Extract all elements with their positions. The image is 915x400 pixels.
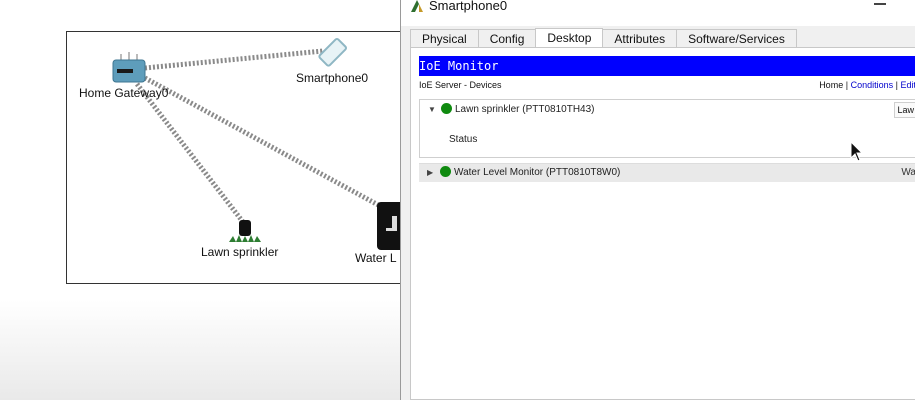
- smartphone-label: Smartphone0: [296, 71, 369, 85]
- mouse-cursor-icon: [850, 141, 864, 162]
- ioe-monitor-header: IoE Monitor: [419, 56, 915, 76]
- lawn-sprinkler-label: Lawn sprinkler: [201, 245, 279, 259]
- smartphone-window[interactable]: Smartphone0 Physical Config Desktop Attr…: [400, 0, 915, 400]
- nav-separator: |: [845, 80, 849, 90]
- device-row-water-level-monitor[interactable]: ▶ Water Level Monitor (PTT0810T8W0) Wa: [419, 163, 915, 182]
- topology-workspace[interactable]: Home Gateway0 Smartphone0 Lawn sprinkler…: [66, 31, 408, 284]
- device-tabs: Physical Config Desktop Attributes Softw…: [410, 28, 797, 48]
- packet-tracer-icon: [411, 0, 423, 12]
- ioe-nav-links: Home | Conditions | Edit: [819, 78, 915, 92]
- lawn-sprinkler-icon[interactable]: [227, 218, 263, 244]
- smartphone-icon[interactable]: [315, 36, 349, 70]
- status-label: Status: [449, 134, 478, 145]
- window-titlebar[interactable]: Smartphone0: [401, 0, 915, 26]
- ioe-subheader: IoE Server - Devices Home | Conditions |…: [419, 78, 915, 92]
- water-level-label: Water L: [355, 251, 397, 265]
- home-link[interactable]: Home: [819, 80, 843, 90]
- ioe-monitor-title: IoE Monitor: [419, 59, 499, 73]
- device-item-lawn-sprinkler: ▼ Lawn sprinkler (PTT0810TH43) Law Statu…: [419, 99, 915, 158]
- expand-down-arrow-icon[interactable]: ▼: [428, 100, 436, 120]
- nav-separator: |: [895, 80, 898, 90]
- home-gateway-label: Home Gateway0: [79, 86, 169, 100]
- device-name: Water Level Monitor (PTT0810T8W0): [454, 167, 621, 178]
- window-title: Smartphone0: [429, 0, 508, 13]
- minimize-icon[interactable]: [874, 3, 886, 5]
- status-online-icon: [441, 103, 452, 114]
- tab-config[interactable]: Config: [477, 29, 537, 48]
- desktop-tab-content: IoE Monitor IoE Server - Devices Home | …: [410, 47, 915, 400]
- device-name: Lawn sprinkler (PTT0810TH43): [455, 104, 595, 115]
- status-online-icon: [440, 166, 451, 177]
- expand-right-arrow-icon[interactable]: ▶: [427, 163, 433, 183]
- tab-software-services[interactable]: Software/Services: [676, 29, 797, 48]
- edit-link[interactable]: Edit: [900, 80, 915, 90]
- tab-attributes[interactable]: Attributes: [602, 29, 678, 48]
- tab-desktop[interactable]: Desktop: [535, 28, 604, 48]
- home-gateway-icon[interactable]: [111, 52, 151, 86]
- device-row-lawn-sprinkler[interactable]: ▼ Lawn sprinkler (PTT0810TH43) Law: [420, 100, 915, 120]
- device-type-tag: Law: [894, 102, 915, 118]
- ioe-server-devices-label: IoE Server - Devices: [419, 80, 502, 90]
- tab-physical[interactable]: Physical: [410, 29, 479, 48]
- conditions-link[interactable]: Conditions: [851, 80, 894, 90]
- device-type-text: Wa: [901, 167, 915, 178]
